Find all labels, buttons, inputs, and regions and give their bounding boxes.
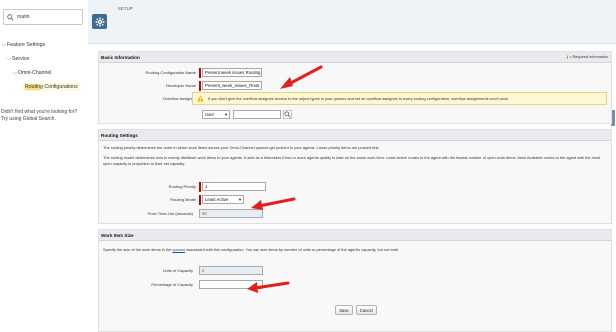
nav-item-omni-channel[interactable]: ⌵ Omni-Channel (0, 66, 86, 80)
units-of-capacity-input[interactable]: 2 (199, 266, 263, 275)
units-of-capacity-row: Units of Capacity 2 (99, 265, 263, 276)
field-label: Percentage of Capacity (151, 282, 193, 287)
nav-item-label: Routing Configurations (23, 83, 80, 91)
developer-name-input[interactable]: Present_week_issues_Routi (202, 81, 262, 90)
routing-priority-description: The routing priority determines the orde… (103, 145, 380, 150)
routing-model-description: The routing model determines how to even… (103, 155, 601, 166)
hint-line-1: Didn't find what you're looking for? (1, 109, 78, 115)
field-label: Overflow Assignee (162, 96, 196, 101)
annotation-arrow-icon (251, 197, 296, 210)
nav-item-routing-configurations[interactable]: Routing Configurations (0, 80, 86, 94)
nav-item-feature-settings[interactable]: ⌵ Feature Settings (0, 38, 86, 52)
nav-item-service[interactable]: ⌵ Service (0, 52, 86, 66)
push-timeout-row: Push Time-Out (seconds) 60 (99, 208, 263, 219)
routing-settings-section: Routing Settings The routing priority de… (98, 129, 612, 224)
routing-priority-row: Routing Priority 1 (99, 181, 266, 192)
overflow-assignee-lookup: User ▾ (202, 110, 292, 119)
field-label: Routing Priority (168, 184, 196, 189)
section-header: Work Item Size (99, 230, 611, 241)
overflow-assignee-input[interactable] (233, 110, 281, 119)
percentage-of-capacity-row: Percentage of Capacity (99, 279, 263, 290)
field-label: Developer Name (165, 83, 196, 88)
work-item-size-section: Work Item Size Specify the size of the w… (98, 229, 612, 332)
search-match-highlight: Routin (25, 84, 40, 90)
warning-text: If you don't give the overflow assignee … (208, 96, 510, 101)
setup-nav-tree: ⌵ Feature Settings ⌵ Service ⌵ Omni-Chan… (0, 38, 86, 94)
nav-item-label-rest: g Configurations (40, 84, 78, 90)
desc-text: Specify the size of the work items in th… (103, 247, 173, 252)
required-indicator (199, 194, 201, 205)
select-value: User (205, 112, 215, 117)
desc-text: associated with this configuration. You … (185, 247, 400, 252)
warning-icon (197, 95, 204, 102)
overflow-assignee-row: Overflow Assignee (99, 93, 199, 104)
nav-item-label: Service (12, 56, 30, 62)
quick-find-input[interactable] (17, 14, 77, 20)
field-label: Push Time-Out (seconds) (147, 211, 193, 216)
form-buttons: Save Cancel (99, 305, 613, 315)
overflow-type-select[interactable]: User ▾ (202, 110, 230, 119)
nav-item-label: Feature Settings (7, 42, 46, 48)
field-label: Routing Model (170, 197, 196, 202)
required-indicator (199, 80, 201, 91)
dropdown-arrow-icon: ▾ (238, 196, 241, 202)
required-indicator (199, 181, 201, 192)
main-content: SETUP Basic Information | = Required Inf… (88, 0, 616, 332)
developer-name-row: Developer Name Present_week_issues_Routi (99, 80, 262, 91)
routing-priority-input[interactable]: 1 (202, 182, 266, 191)
annotation-arrow-icon (280, 65, 323, 89)
required-legend-text: = Required Information (569, 55, 608, 59)
routing-model-select[interactable]: Least Active ▾ (202, 195, 244, 204)
routing-model-row: Routing Model Least Active ▾ (99, 194, 244, 205)
setup-breadcrumb: SETUP (118, 6, 133, 11)
setup-gear-icon (92, 14, 107, 29)
routing-config-name-row: Routing Configuration Name Present week … (99, 67, 262, 78)
routing-config-name-input[interactable]: Present week issues Routing (202, 68, 262, 77)
save-button[interactable]: Save (335, 305, 353, 315)
global-search-hint: Didn't find what you're looking for? Try… (1, 109, 77, 123)
required-legend: | = Required Information (567, 55, 608, 59)
queues-link[interactable]: queues (172, 247, 185, 252)
overflow-warning-banner: If you don't give the overflow assignee … (192, 92, 607, 105)
nav-item-label: Omni-Channel (18, 70, 52, 76)
cancel-button[interactable]: Cancel (355, 305, 377, 315)
section-title: Basic Information (101, 54, 140, 60)
hint-line-2: Try using Global Search. (1, 116, 56, 122)
setup-sidebar: ⌵ Feature Settings ⌵ Service ⌵ Omni-Chan… (0, 0, 86, 332)
page-header: SETUP (88, 0, 616, 44)
required-indicator (199, 67, 201, 78)
dropdown-arrow-icon: ▾ (224, 111, 227, 117)
section-title: Work Item Size (101, 232, 134, 238)
field-label: Routing Configuration Name (145, 70, 196, 75)
field-label: Units of Capacity (162, 268, 193, 273)
lookup-icon[interactable] (283, 110, 292, 119)
work-item-size-description: Specify the size of the work items in th… (103, 247, 608, 253)
section-title: Routing Settings (101, 132, 138, 138)
section-header: Basic Information | = Required Informati… (99, 52, 611, 63)
section-header: Routing Settings (99, 130, 611, 141)
basic-information-section: Basic Information | = Required Informati… (98, 51, 612, 124)
select-value: Least Active (205, 197, 229, 202)
annotation-arrow-icon (247, 281, 290, 293)
quick-find-box[interactable] (3, 9, 83, 25)
search-icon (7, 13, 14, 21)
